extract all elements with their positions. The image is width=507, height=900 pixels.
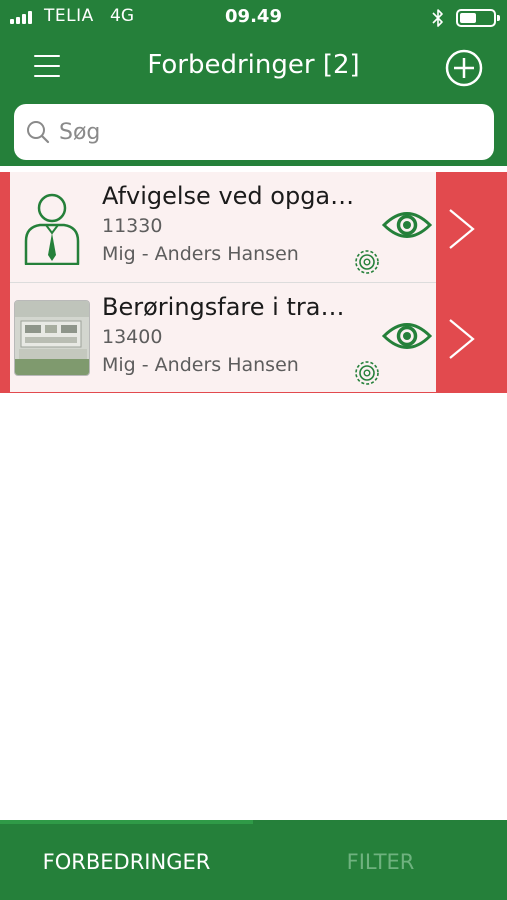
gear-icon <box>355 250 379 274</box>
person-icon <box>24 193 80 265</box>
photo-icon <box>15 301 89 375</box>
chevron-right-icon[interactable] <box>447 318 477 360</box>
item-title: Afvigelse ved opga… <box>102 182 355 210</box>
gear-icon <box>355 361 379 385</box>
bluetooth-icon <box>432 9 443 27</box>
item-id: 13400 <box>102 326 163 348</box>
bottom-tab-bar: FORBEDRINGER FILTER <box>0 820 507 900</box>
search-icon <box>27 121 50 144</box>
improvement-list: Afvigelse ved opga… 11330 Mig - Anders H… <box>0 172 507 393</box>
add-improvement-icon[interactable] <box>445 49 483 87</box>
list-item[interactable]: Afvigelse ved opga… 11330 Mig - Anders H… <box>0 172 507 282</box>
page-title: Forbedringer [2] <box>147 50 360 80</box>
item-owner: Mig - Anders Hansen <box>102 354 299 376</box>
tab-filter[interactable]: FILTER <box>254 824 507 900</box>
list-item[interactable]: Berøringsfare i tra… 13400 Mig - Anders … <box>0 282 507 393</box>
list-item-content[interactable]: Afvigelse ved opga… 11330 Mig - Anders H… <box>10 172 436 282</box>
eye-icon[interactable] <box>382 319 432 353</box>
item-id: 11330 <box>102 215 163 237</box>
tab-forbedringer[interactable]: FORBEDRINGER <box>0 824 253 900</box>
chevron-right-icon[interactable] <box>447 208 477 250</box>
list-item-content[interactable]: Berøringsfare i tra… 13400 Mig - Anders … <box>10 282 436 392</box>
battery-icon <box>456 9 500 27</box>
item-photo-thumbnail <box>14 300 90 376</box>
app-header: TELIA 4G 09.49 Forbedringer [2] <box>0 0 507 166</box>
search-bar[interactable] <box>14 104 494 160</box>
search-input[interactable] <box>59 104 479 160</box>
status-bar: TELIA 4G 09.49 <box>0 0 507 36</box>
status-time: 09.49 <box>225 6 282 27</box>
eye-icon[interactable] <box>382 208 432 242</box>
item-owner: Mig - Anders Hansen <box>102 243 299 265</box>
item-title: Berøringsfare i tra… <box>102 293 345 321</box>
